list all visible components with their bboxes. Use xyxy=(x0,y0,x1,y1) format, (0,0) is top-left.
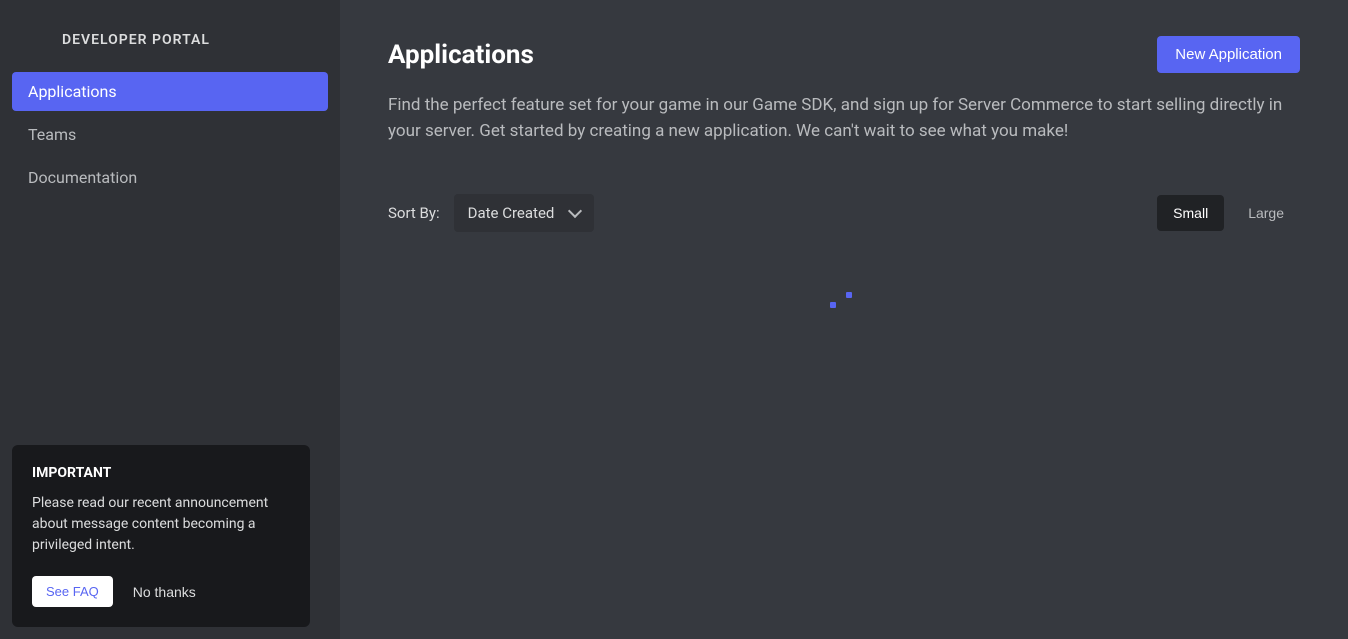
chevron-down-icon xyxy=(568,204,582,218)
loader-dot-icon xyxy=(830,302,836,308)
notice-title: IMPORTANT xyxy=(32,465,290,481)
see-faq-button[interactable]: See FAQ xyxy=(32,576,113,607)
notice-actions: See FAQ No thanks xyxy=(32,576,290,607)
sort-select[interactable]: Date Created xyxy=(454,194,595,232)
sidebar-item-applications[interactable]: Applications xyxy=(12,72,328,111)
view-small-button[interactable]: Small xyxy=(1157,195,1224,231)
main-content: Applications New Application Find the pe… xyxy=(340,0,1348,639)
loader-dot-icon xyxy=(846,292,852,298)
page-title: Applications xyxy=(388,40,534,70)
no-thanks-button[interactable]: No thanks xyxy=(133,584,196,600)
sidebar: DEVELOPER PORTAL Applications Teams Docu… xyxy=(0,0,340,639)
view-toggle: Small Large xyxy=(1157,195,1300,231)
loading-spinner xyxy=(824,292,864,312)
portal-title: DEVELOPER PORTAL xyxy=(12,20,328,72)
view-large-button[interactable]: Large xyxy=(1232,195,1300,231)
sort-value: Date Created xyxy=(468,204,555,222)
notice-card: IMPORTANT Please read our recent announc… xyxy=(12,445,310,627)
page-description: Find the perfect feature set for your ga… xyxy=(388,93,1300,144)
sort-label: Sort By: xyxy=(388,204,440,222)
sort-group: Sort By: Date Created xyxy=(388,194,594,232)
notice-body: Please read our recent announcement abou… xyxy=(32,493,290,556)
controls-row: Sort By: Date Created Small Large xyxy=(388,194,1300,232)
new-application-button[interactable]: New Application xyxy=(1157,36,1300,73)
header-row: Applications New Application xyxy=(388,36,1300,73)
nav-list: Applications Teams Documentation xyxy=(12,72,328,201)
sidebar-item-documentation[interactable]: Documentation xyxy=(12,158,328,197)
sidebar-item-teams[interactable]: Teams xyxy=(12,115,328,154)
